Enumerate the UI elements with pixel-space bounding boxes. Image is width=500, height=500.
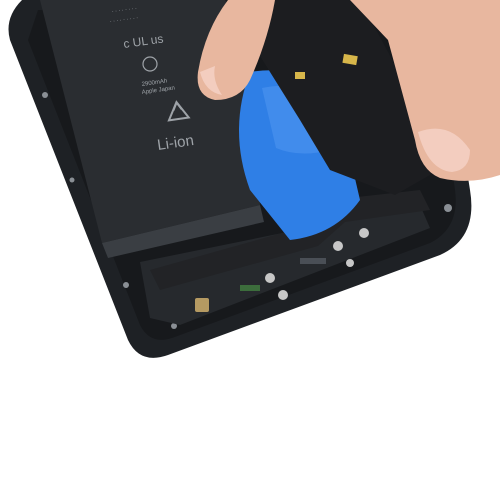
flex-gold-contact-2 xyxy=(295,72,305,79)
phone-repair-photo: . . . . . . . . . . . . . . . . . c UL u… xyxy=(8,0,500,358)
